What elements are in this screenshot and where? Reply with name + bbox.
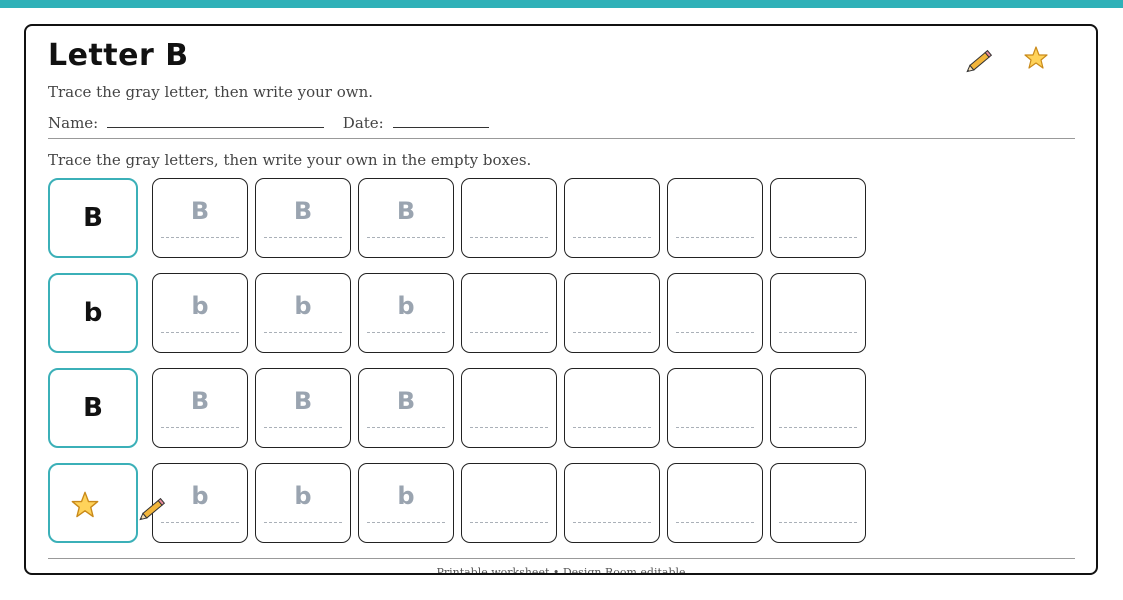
baseline-guide xyxy=(573,522,651,523)
baseline-guide xyxy=(161,237,239,238)
trace-letter: B xyxy=(396,197,416,225)
write-box[interactable] xyxy=(770,463,866,543)
baseline-guide xyxy=(470,237,548,238)
write-box[interactable] xyxy=(461,463,557,543)
baseline-guide xyxy=(367,332,445,333)
baseline-guide xyxy=(779,237,857,238)
date-field[interactable] xyxy=(392,113,489,128)
trace-letter: b xyxy=(191,292,209,320)
write-box[interactable] xyxy=(667,368,763,448)
model-letter-box: B xyxy=(48,178,138,258)
model-letter-box: B xyxy=(48,368,138,448)
star-icon xyxy=(1024,46,1048,69)
baseline-guide xyxy=(676,522,754,523)
baseline-guide xyxy=(161,427,239,428)
write-box[interactable] xyxy=(564,178,660,258)
write-box[interactable] xyxy=(461,178,557,258)
write-box[interactable] xyxy=(461,273,557,353)
write-box[interactable] xyxy=(667,178,763,258)
baseline-guide xyxy=(367,522,445,523)
trace-letter: B xyxy=(293,197,313,225)
write-box[interactable] xyxy=(770,368,866,448)
baseline-guide xyxy=(470,427,548,428)
baseline-guide xyxy=(573,427,651,428)
date-label: Date: xyxy=(342,114,384,132)
write-box[interactable] xyxy=(770,273,866,353)
trace-box[interactable]: B xyxy=(358,178,454,258)
baseline-guide xyxy=(264,332,342,333)
baseline-guide xyxy=(470,522,548,523)
baseline-guide xyxy=(779,427,857,428)
baseline-guide xyxy=(264,237,342,238)
baseline-guide xyxy=(573,332,651,333)
trace-letter: B xyxy=(190,197,210,225)
baseline-guide xyxy=(676,427,754,428)
baseline-guide xyxy=(264,427,342,428)
baseline-guide xyxy=(161,332,239,333)
baseline-guide xyxy=(676,332,754,333)
worksheet-page: Letter B Trace the gray letter, then wri… xyxy=(24,24,1098,575)
instructions: Trace the gray letters, then write your … xyxy=(48,151,532,169)
pencil-icon xyxy=(966,49,993,73)
trace-box[interactable]: b xyxy=(152,273,248,353)
page-title: Letter B xyxy=(48,38,189,73)
trace-box[interactable]: b xyxy=(255,463,351,543)
footer-text: Printable worksheet • Design Room editab… xyxy=(436,566,686,575)
baseline-guide xyxy=(779,332,857,333)
write-box[interactable] xyxy=(770,178,866,258)
write-box[interactable] xyxy=(667,273,763,353)
baseline-guide xyxy=(367,427,445,428)
write-box[interactable] xyxy=(564,368,660,448)
trace-box[interactable]: B xyxy=(358,368,454,448)
star-sticker-icon xyxy=(71,491,99,518)
trace-letter: B xyxy=(396,387,416,415)
baseline-guide xyxy=(470,332,548,333)
baseline-guide xyxy=(161,522,239,523)
trace-letter: B xyxy=(190,387,210,415)
footer-divider xyxy=(48,558,1075,559)
baseline-guide xyxy=(573,237,651,238)
student-fields: Name: Date: xyxy=(48,113,489,132)
trace-box[interactable]: b xyxy=(358,273,454,353)
write-box[interactable] xyxy=(564,273,660,353)
trace-letter: b xyxy=(397,292,415,320)
trace-box[interactable]: b xyxy=(255,273,351,353)
accent-bar xyxy=(0,0,1123,8)
header-divider xyxy=(48,138,1075,139)
trace-box[interactable]: B xyxy=(152,178,248,258)
name-field[interactable] xyxy=(107,113,325,128)
subtitle: Trace the gray letter, then write your o… xyxy=(48,83,373,101)
trace-letter: B xyxy=(293,387,313,415)
trace-letter: b xyxy=(397,482,415,510)
trace-box[interactable]: b xyxy=(358,463,454,543)
baseline-guide xyxy=(264,522,342,523)
model-letter-box: b xyxy=(48,273,138,353)
write-box[interactable] xyxy=(564,463,660,543)
name-label: Name: xyxy=(48,114,99,132)
trace-letter: b xyxy=(294,482,312,510)
baseline-guide xyxy=(367,237,445,238)
write-box[interactable] xyxy=(667,463,763,543)
trace-letter: b xyxy=(294,292,312,320)
pencil-sticker-icon xyxy=(139,497,166,521)
baseline-guide xyxy=(676,237,754,238)
baseline-guide xyxy=(779,522,857,523)
write-box[interactable] xyxy=(461,368,557,448)
trace-box[interactable]: B xyxy=(255,368,351,448)
trace-box[interactable]: B xyxy=(152,368,248,448)
trace-box[interactable]: B xyxy=(255,178,351,258)
